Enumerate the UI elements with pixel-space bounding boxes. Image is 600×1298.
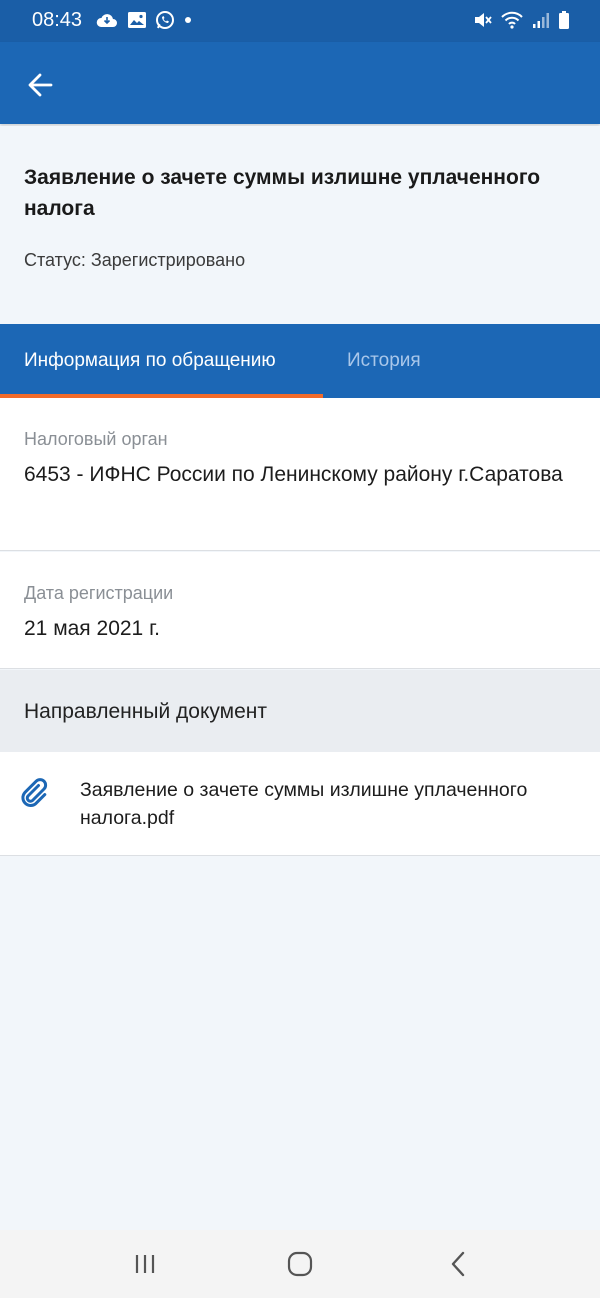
tab-request-info-label: Информация по обращению [24, 350, 276, 371]
recent-apps-icon [135, 1255, 155, 1273]
registration-date-section: Дата регистрации 21 мая 2021 г. [0, 552, 600, 669]
whatsapp-icon [156, 11, 174, 29]
status-system-icons [472, 9, 570, 31]
recent-apps-button[interactable] [115, 1244, 175, 1284]
tax-authority-section: Налоговый орган 6453 - ИФНС России по Ле… [0, 398, 600, 551]
image-icon [128, 12, 146, 28]
mute-icon [475, 13, 492, 27]
attachment-item[interactable]: Заявление о зачете суммы излишне уплачен… [0, 752, 600, 856]
page-title: Заявление о зачете суммы излишне уплачен… [24, 166, 541, 220]
app-bar [0, 42, 600, 124]
signal-icon [533, 13, 549, 28]
tab-history[interactable]: История [347, 324, 421, 398]
attachment-file-name: Заявление о зачете суммы излишне уплачен… [80, 779, 528, 829]
tab-request-info[interactable]: Информация по обращению [0, 324, 323, 398]
status-notification-icons [95, 9, 193, 31]
registration-date-label: Дата регистрации [24, 583, 174, 603]
sent-document-title: Направленный документ [24, 700, 267, 723]
registration-date-value: 21 мая 2021 г. [24, 617, 160, 640]
status-time: 08:43 [32, 9, 83, 31]
arrow-back-icon [28, 73, 53, 97]
wifi-icon [501, 11, 523, 29]
tax-authority-label: Налоговый орган [24, 429, 168, 449]
status-text: Статус: Зарегистрировано [24, 250, 246, 270]
tax-authority-value: 6453 - ИФНС России по Ленинскому району … [24, 463, 563, 486]
tab-bar: Информация по обращению История [0, 324, 600, 398]
sent-document-header: Направленный документ [0, 670, 600, 752]
request-header: Заявление о зачете суммы излишне уплачен… [0, 126, 600, 324]
system-back-button[interactable] [428, 1244, 488, 1284]
cloud-icon [96, 14, 117, 27]
system-nav-bar [0, 1230, 600, 1298]
tab-history-label: История [347, 350, 421, 371]
dot-icon [185, 17, 191, 23]
home-icon [287, 1251, 313, 1277]
status-bar: 08:43 [0, 0, 600, 42]
back-button[interactable] [18, 63, 62, 107]
home-button[interactable] [270, 1244, 330, 1284]
battery-icon [559, 11, 569, 29]
back-icon [451, 1251, 465, 1277]
paperclip-icon [21, 778, 48, 807]
